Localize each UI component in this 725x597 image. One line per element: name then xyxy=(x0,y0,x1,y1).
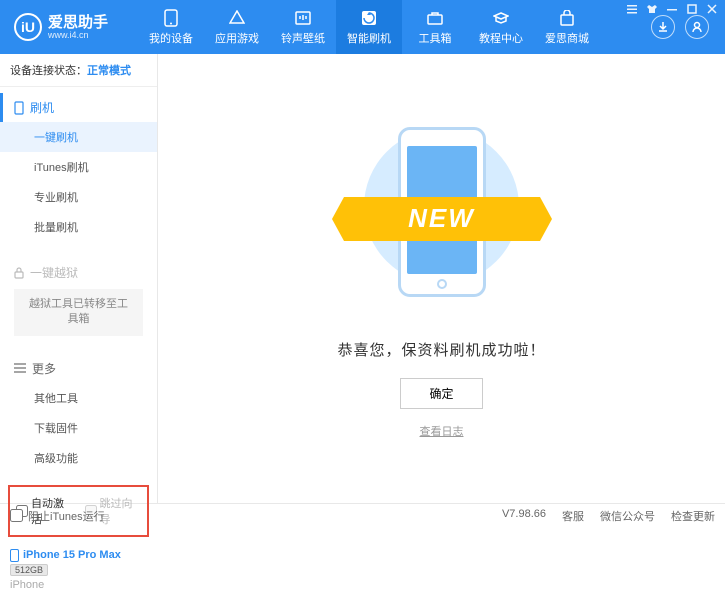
device-name: iPhone 15 Pro Max xyxy=(23,549,121,561)
logo-icon: iU xyxy=(14,13,42,41)
nav-apps[interactable]: 应用游戏 xyxy=(204,0,270,54)
main-content: NEW 恭喜您，保资料刷机成功啦！ 确定 查看日志 xyxy=(158,54,725,503)
maximize-icon[interactable] xyxy=(685,2,699,16)
nav-label: 工具箱 xyxy=(419,30,452,46)
logo-url: www.i4.cn xyxy=(48,30,108,40)
block-itunes-checkbox[interactable]: 阻止iTunes运行 xyxy=(10,508,105,524)
checkbox-label: 阻止iTunes运行 xyxy=(28,508,105,524)
success-illustration: NEW xyxy=(352,119,532,319)
device-icon xyxy=(161,9,181,27)
nav-toolbox[interactable]: 工具箱 xyxy=(402,0,468,54)
nav-label: 爱思商城 xyxy=(545,30,589,46)
lock-icon xyxy=(14,267,24,279)
status-mode: 正常模式 xyxy=(87,65,131,77)
flash-icon xyxy=(359,9,379,27)
store-icon xyxy=(557,9,577,27)
user-button[interactable] xyxy=(685,15,709,39)
toolbox-icon xyxy=(425,9,445,27)
sidebar-item-batch-flash[interactable]: 批量刷机 xyxy=(0,212,157,242)
sidebar-item-other-tools[interactable]: 其他工具 xyxy=(0,383,157,413)
nav-label: 我的设备 xyxy=(149,30,193,46)
checkbox-input[interactable] xyxy=(10,509,23,522)
app-logo: iU 爱思助手 www.i4.cn xyxy=(8,13,138,41)
wallpaper-icon xyxy=(293,9,313,27)
window-controls xyxy=(625,2,719,16)
nav-label: 应用游戏 xyxy=(215,30,259,46)
status-label: 设备连接状态： xyxy=(10,65,87,77)
device-name-row[interactable]: iPhone 15 Pro Max xyxy=(10,549,147,562)
nav-my-device[interactable]: 我的设备 xyxy=(138,0,204,54)
nav-label: 教程中心 xyxy=(479,30,523,46)
sidebar-head-label: 一键越狱 xyxy=(30,264,78,281)
device-type: iPhone xyxy=(10,579,147,591)
phone-small-icon xyxy=(10,549,19,562)
menu-icon[interactable] xyxy=(625,2,639,16)
logo-title: 爱思助手 xyxy=(48,15,108,30)
app-header: iU 爱思助手 www.i4.cn 我的设备 应用游戏 铃声壁纸 智能刷机 工具… xyxy=(0,0,725,54)
download-button[interactable] xyxy=(651,15,675,39)
ok-button[interactable]: 确定 xyxy=(400,378,482,409)
sidebar-item-advanced[interactable]: 高级功能 xyxy=(0,443,157,473)
device-info: iPhone 15 Pro Max 512GB iPhone xyxy=(0,543,157,597)
sidebar-head-jailbreak: 一键越狱 xyxy=(0,258,157,287)
sidebar: 设备连接状态：正常模式 刷机 一键刷机 iTunes刷机 专业刷机 批量刷机 一… xyxy=(0,54,158,503)
checkbox-label: 跳过向导 xyxy=(100,495,142,527)
phone-icon xyxy=(14,101,24,115)
list-icon xyxy=(14,363,26,373)
skin-icon[interactable] xyxy=(645,2,659,16)
tutorial-icon xyxy=(491,9,511,27)
apps-icon xyxy=(227,9,247,27)
sidebar-item-download-firmware[interactable]: 下载固件 xyxy=(0,413,157,443)
sidebar-head-label: 更多 xyxy=(32,360,56,377)
nav-tutorials[interactable]: 教程中心 xyxy=(468,0,534,54)
sidebar-jailbreak-note[interactable]: 越狱工具已转移至工具箱 xyxy=(14,289,143,336)
nav-flash[interactable]: 智能刷机 xyxy=(336,0,402,54)
sidebar-item-itunes-flash[interactable]: iTunes刷机 xyxy=(0,152,157,182)
nav-label: 智能刷机 xyxy=(347,30,391,46)
connection-status: 设备连接状态：正常模式 xyxy=(0,54,157,87)
sidebar-item-pro-flash[interactable]: 专业刷机 xyxy=(0,182,157,212)
sidebar-head-more[interactable]: 更多 xyxy=(0,354,157,383)
footer-link-update[interactable]: 检查更新 xyxy=(671,508,715,524)
nav-store[interactable]: 爱思商城 xyxy=(534,0,600,54)
nav-label: 铃声壁纸 xyxy=(281,30,325,46)
footer-link-wechat[interactable]: 微信公众号 xyxy=(600,508,655,524)
sidebar-head-flash[interactable]: 刷机 xyxy=(0,93,157,122)
header-actions xyxy=(651,15,717,39)
minimize-icon[interactable] xyxy=(665,2,679,16)
close-icon[interactable] xyxy=(705,2,719,16)
view-log-link[interactable]: 查看日志 xyxy=(420,423,464,439)
success-message: 恭喜您，保资料刷机成功啦！ xyxy=(337,339,545,360)
nav-ringtones[interactable]: 铃声壁纸 xyxy=(270,0,336,54)
device-storage: 512GB xyxy=(10,564,48,576)
main-nav: 我的设备 应用游戏 铃声壁纸 智能刷机 工具箱 教程中心 爱思商城 xyxy=(138,0,651,54)
footer-link-support[interactable]: 客服 xyxy=(562,508,584,524)
version-label: V7.98.66 xyxy=(502,508,546,524)
sidebar-item-oneclick-flash[interactable]: 一键刷机 xyxy=(0,122,157,152)
new-ribbon: NEW xyxy=(344,197,540,241)
sidebar-head-label: 刷机 xyxy=(30,99,54,116)
